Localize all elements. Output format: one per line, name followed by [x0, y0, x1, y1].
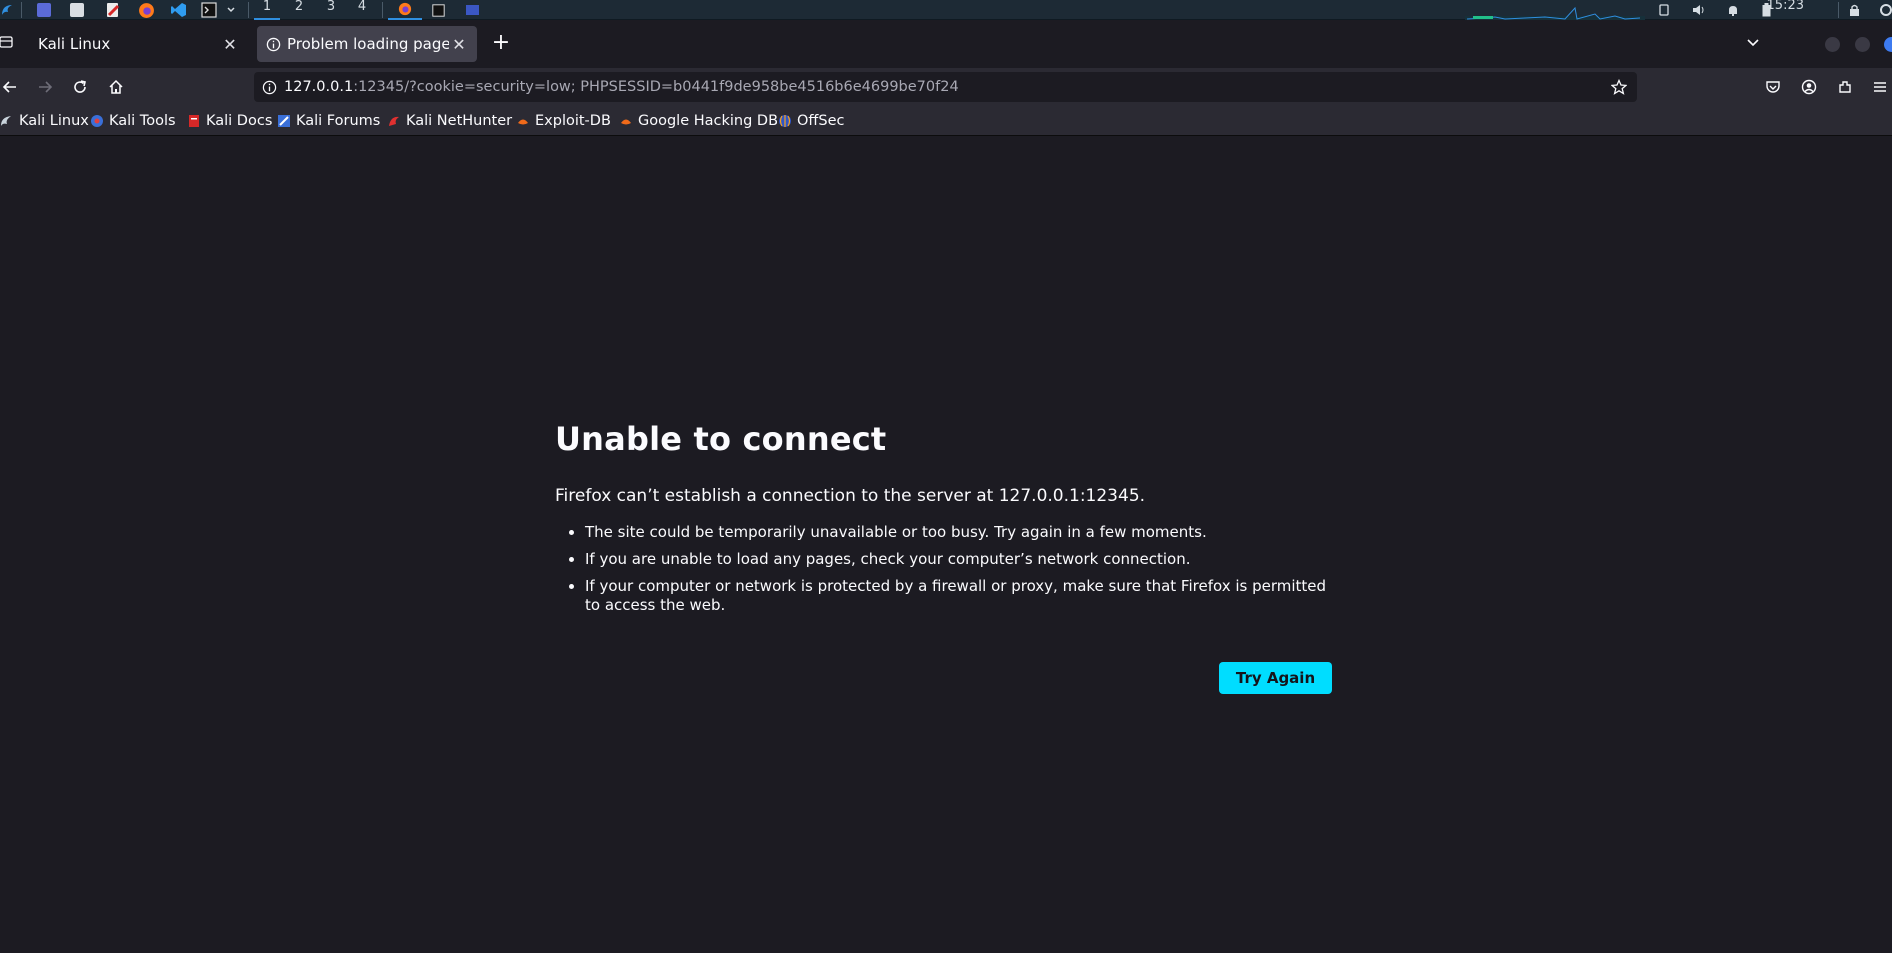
close-window-button[interactable]	[1884, 37, 1892, 52]
error-page: Unable to connect Firefox can’t establis…	[555, 420, 1335, 623]
clock[interactable]: 15:23	[1767, 0, 1804, 12]
reload-icon[interactable]	[68, 75, 92, 99]
list-all-tabs-icon[interactable]	[1745, 34, 1765, 54]
notifications-bell-icon[interactable]	[1725, 0, 1741, 20]
taskbar-divider	[21, 2, 22, 18]
taskbar-divider	[1838, 2, 1839, 18]
terminal-window-button[interactable]	[428, 0, 448, 20]
error-title: Unable to connect	[555, 420, 887, 458]
workspace-4[interactable]: 4	[349, 0, 375, 20]
bookmark-google-hacking-db[interactable]: Google Hacking DB	[619, 111, 778, 131]
workspace-3[interactable]: 3	[318, 0, 344, 20]
hamburger-menu-icon[interactable]	[1868, 75, 1892, 99]
list-item: If you are unable to load any pages, che…	[585, 550, 1335, 569]
new-tab-button[interactable]: +	[489, 32, 513, 56]
lock-screen-icon[interactable]	[1847, 0, 1861, 20]
kali-forums-icon	[278, 115, 290, 127]
taskbar-divider	[382, 2, 383, 18]
show-desktop-icon[interactable]	[36, 0, 52, 20]
os-taskbar: 1 2 3 4 15:23	[0, 0, 1892, 20]
bookmark-label: Kali NetHunter	[406, 113, 513, 129]
bookmarks-toolbar: Kali Linux Kali Tools Kali Docs Kali For…	[0, 106, 1892, 136]
list-item: If your computer or network is protected…	[585, 577, 1335, 615]
kali-tools-icon	[91, 115, 103, 127]
firefox-view-icon[interactable]	[0, 34, 14, 54]
bookmark-label: Kali Forums	[296, 113, 381, 129]
kali-dragon-icon	[1, 116, 11, 126]
nethunter-icon	[389, 116, 399, 126]
vscode-icon[interactable]	[170, 0, 188, 20]
terminal-icon[interactable]	[199, 0, 219, 20]
bookmark-kali-nethunter[interactable]: Kali NetHunter	[387, 111, 512, 131]
extensions-icon[interactable]	[1833, 75, 1857, 99]
chevron-down-icon[interactable]	[225, 0, 237, 20]
offsec-icon	[779, 115, 791, 127]
address-bar[interactable]: 127.0.0.1:12345/?cookie=security=low; PH…	[254, 72, 1637, 102]
clipboard-icon[interactable]	[1656, 0, 1672, 20]
tab-bar: Kali Linux ✕ Problem loading page ✕ +	[0, 20, 1892, 68]
kali-menu-icon[interactable]	[0, 0, 14, 20]
workspace-2[interactable]: 2	[286, 0, 312, 20]
bookmark-label: Exploit-DB	[535, 113, 611, 129]
bookmark-kali-docs[interactable]: Kali Docs	[187, 111, 272, 131]
bookmark-star-icon[interactable]	[1610, 78, 1628, 95]
home-icon[interactable]	[104, 75, 128, 99]
workspace-1[interactable]: 1	[254, 0, 280, 20]
pocket-icon[interactable]	[1761, 75, 1785, 99]
bookmark-kali-tools[interactable]: Kali Tools	[90, 111, 176, 131]
close-icon[interactable]: ✕	[449, 34, 469, 54]
list-item: The site could be temporarily unavailabl…	[585, 523, 1335, 542]
taskbar-divider	[248, 2, 249, 18]
bookmark-label: Kali Linux	[19, 113, 89, 129]
close-icon[interactable]: ✕	[220, 34, 240, 54]
url-path: :12345/?cookie=security=low; PHPSESSID=b…	[353, 79, 959, 95]
exploit-db-icon	[518, 119, 528, 125]
volume-icon[interactable]	[1690, 0, 1708, 20]
navigation-toolbar: 127.0.0.1:12345/?cookie=security=low; PH…	[0, 68, 1892, 106]
tab-title: Kali Linux	[38, 35, 111, 53]
bookmark-label: Kali Tools	[109, 113, 176, 129]
info-icon	[265, 36, 281, 52]
file-manager-icon[interactable]	[69, 0, 85, 20]
power-icon[interactable]	[1880, 0, 1892, 20]
bookmark-exploit-db[interactable]: Exploit-DB	[516, 111, 611, 131]
firefox-icon[interactable]	[136, 0, 156, 20]
url-host: 127.0.0.1	[284, 79, 354, 95]
window-button[interactable]	[462, 0, 482, 20]
account-icon[interactable]	[1797, 75, 1821, 99]
error-suggestions-list: The site could be temporarily unavailabl…	[555, 523, 1335, 615]
bookmark-label: Google Hacking DB	[638, 113, 779, 129]
error-description: Firefox can’t establish a connection to …	[555, 486, 1146, 506]
bookmark-kali-linux[interactable]: Kali Linux	[0, 111, 89, 131]
try-again-button[interactable]: Try Again	[1219, 662, 1332, 694]
back-arrow-icon[interactable]	[0, 75, 22, 99]
tab-problem-loading-page[interactable]: Problem loading page ✕	[257, 26, 477, 62]
bookmark-kali-forums[interactable]: Kali Forums	[277, 111, 380, 131]
ghdb-icon	[621, 119, 631, 125]
maximize-window-button[interactable]	[1855, 37, 1870, 52]
tab-title: Problem loading page	[287, 35, 449, 53]
url-text[interactable]: 127.0.0.1:12345/?cookie=security=low; PH…	[284, 79, 959, 95]
bookmark-label: Kali Docs	[206, 113, 273, 129]
bookmark-label: OffSec	[797, 113, 845, 129]
firefox-window-button[interactable]	[388, 0, 422, 20]
site-info-icon[interactable]	[262, 79, 278, 95]
kali-docs-icon	[189, 115, 199, 127]
forward-arrow-icon[interactable]	[33, 75, 57, 99]
tab-kali-linux[interactable]: Kali Linux ✕	[26, 26, 248, 62]
text-editor-icon[interactable]	[104, 0, 122, 20]
bookmark-offsec[interactable]: OffSec	[778, 111, 845, 131]
minimize-window-button[interactable]	[1825, 37, 1840, 52]
network-monitor-graph	[1465, 6, 1645, 20]
